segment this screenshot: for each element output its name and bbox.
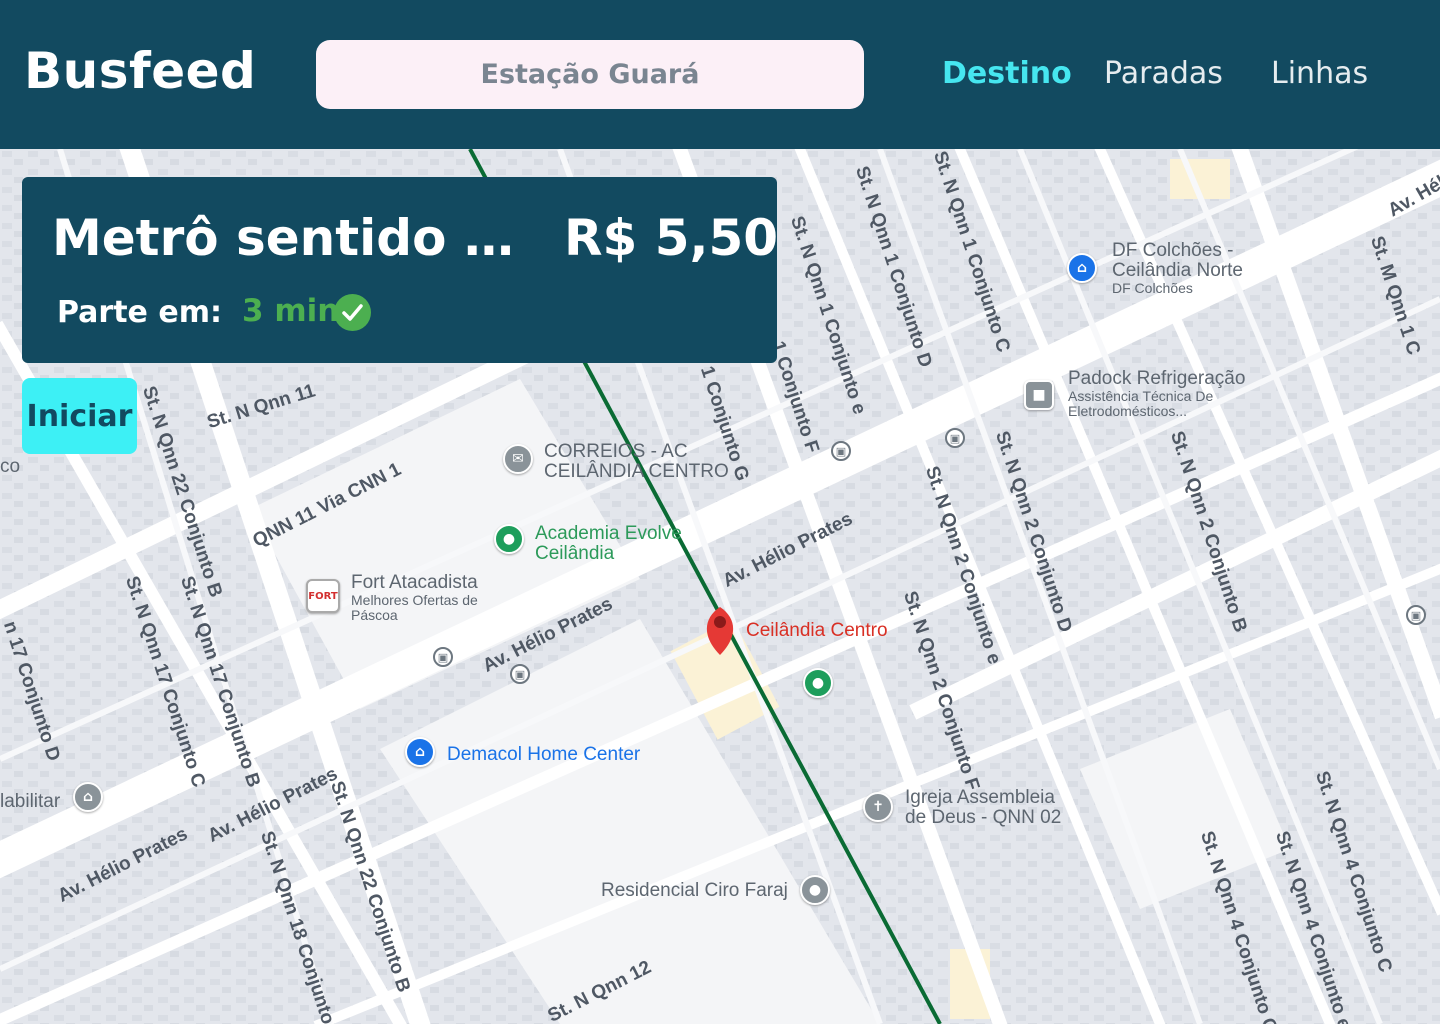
nav-destino[interactable]: Destino [942, 56, 1072, 91]
bus-stop-icon[interactable]: ▣ [945, 428, 965, 448]
poi-ceilandia-centro[interactable]: Ceilândia Centro [746, 621, 888, 641]
poi-df-colchoes[interactable]: DF Colchões - Ceilândia Norte DF Colchõe… [1112, 241, 1262, 296]
shopping-bag-icon[interactable]: ⌂ [1067, 253, 1097, 283]
bus-stop-icon[interactable]: ▣ [433, 647, 453, 667]
bus-stop-icon[interactable]: ▣ [510, 664, 530, 684]
departure-label: Parte em: [57, 295, 222, 330]
top-app-bar: Busfeed Destino Paradas Linhas [0, 0, 1440, 149]
poi-residencial[interactable]: Residencial Ciro Faraj [601, 881, 788, 901]
mail-icon[interactable]: ✉ [503, 444, 533, 474]
poi-padock[interactable]: Padock Refrigeração Assistência Técnica … [1068, 369, 1245, 419]
poi-correios[interactable]: CORREIOS - AC CEILÂNDIA CENTRO [544, 442, 734, 482]
poi-academia[interactable]: Academia Evolve Ceilândia [535, 524, 695, 564]
departure-time: 3 min [242, 293, 340, 329]
gym-icon[interactable]: ● [494, 524, 524, 554]
shopping-bag-icon[interactable]: ⌂ [405, 737, 435, 767]
poi-marker-icon[interactable]: ● [803, 668, 833, 698]
church-icon[interactable]: ✝ [863, 792, 893, 822]
search-input[interactable] [316, 40, 864, 109]
store-logo-icon[interactable]: FORT [306, 579, 340, 613]
building-icon[interactable]: ⌂ [73, 782, 103, 812]
fare-price: R$ 5,50 [564, 209, 779, 267]
route-title: Metrô sentido centro [52, 209, 522, 267]
nav-paradas[interactable]: Paradas [1104, 56, 1223, 91]
service-icon[interactable]: ■ [1024, 380, 1054, 410]
poi-habilitar[interactable]: labilitar [0, 792, 60, 812]
poi-partial[interactable]: co [0, 457, 20, 477]
poi-igreja[interactable]: Igreja Assembleia de Deus - QNN 02 [905, 788, 1075, 828]
check-circle-icon [334, 294, 371, 331]
bus-stop-icon[interactable]: ▣ [1406, 605, 1426, 625]
poi-fort-atacadista[interactable]: Fort Atacadista Melhores Ofertas de Pásc… [351, 573, 481, 623]
nav-linhas[interactable]: Linhas [1271, 56, 1368, 91]
poi-demacol[interactable]: Demacol Home Center [447, 745, 640, 765]
app-logo: Busfeed [24, 42, 257, 100]
bus-stop-icon[interactable]: ▣ [831, 441, 851, 461]
place-icon[interactable]: ● [800, 875, 830, 905]
route-info-card[interactable]: Metrô sentido centro R$ 5,50 Parte em: 3… [22, 177, 779, 363]
start-button[interactable]: Iniciar [22, 378, 137, 454]
